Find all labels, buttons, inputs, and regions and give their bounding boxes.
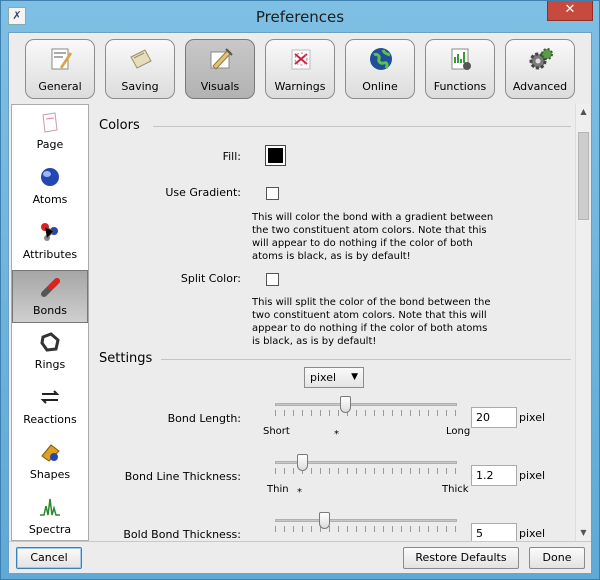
bond-length-unit: pixel (519, 411, 546, 424)
slider-min-label: Short (263, 426, 290, 437)
tab-label: Visuals (200, 80, 240, 93)
line-thickness-label: Bond Line Thickness: (124, 470, 241, 483)
tab-functions[interactable]: Functions (425, 39, 495, 99)
line-thickness-field[interactable]: 1.2 (471, 465, 517, 486)
sidebar-item-label: Reactions (23, 413, 77, 426)
sidebar-item-shapes[interactable]: Shapes (12, 435, 88, 488)
bold-thickness-slider[interactable] (319, 512, 331, 529)
fill-label: Fill: (222, 150, 241, 163)
saving-icon (130, 49, 152, 69)
sidebar-item-bonds[interactable]: Bonds (12, 270, 88, 323)
functions-icon (451, 48, 471, 70)
line-thickness-slider[interactable] (297, 454, 309, 471)
done-button[interactable]: Done (529, 547, 585, 569)
split-color-label: Split Color: (180, 272, 241, 285)
unit-select[interactable]: pixel ▼ (304, 367, 364, 388)
bold-thickness-unit: pixel (519, 527, 546, 540)
close-button[interactable]: ✕ (547, 1, 593, 21)
colors-section-title: Colors (99, 118, 140, 133)
attributes-icon (41, 223, 58, 241)
cancel-button[interactable]: Cancel (16, 547, 82, 569)
sidebar-item-rings[interactable]: Rings (12, 325, 88, 378)
tab-label: Functions (433, 80, 487, 93)
reactions-icon (40, 390, 60, 404)
restore-defaults-button[interactable]: Restore Defaults (403, 547, 519, 569)
chevron-down-icon: ▼ (351, 372, 358, 382)
tab-label: Saving (121, 80, 159, 93)
general-icon (51, 48, 72, 70)
vertical-scrollbar[interactable]: ▲ ▼ (575, 104, 590, 541)
gears-icon (529, 48, 553, 70)
warnings-icon (291, 49, 311, 70)
tab-label: Warnings (274, 80, 326, 93)
section-divider (161, 359, 571, 360)
slider-max-label: Long (446, 426, 471, 437)
atom-icon (41, 168, 59, 186)
bond-length-field[interactable]: 20 (471, 407, 517, 428)
unit-select-value: pixel (310, 371, 337, 384)
sidebar-item-label: Rings (34, 358, 66, 371)
scroll-up-icon[interactable]: ▲ (576, 104, 591, 119)
tab-warnings[interactable]: Warnings (265, 39, 335, 99)
bond-length-label: Bond Length: (167, 412, 241, 425)
preferences-window: ✗ Preferences ✕ General Saving Visuals W… (0, 0, 600, 580)
tab-visuals[interactable]: Visuals (185, 39, 255, 99)
slider-default-mark: * (334, 429, 339, 440)
split-description: This will split the color of the bond be… (252, 297, 491, 347)
sidebar-item-reactions[interactable]: Reactions (12, 380, 88, 433)
fill-color-swatch[interactable] (265, 145, 286, 166)
sidebar-item-label: Shapes (29, 468, 71, 481)
globe-icon (370, 48, 392, 70)
tab-label: General (38, 80, 82, 93)
slider-track (275, 519, 457, 522)
shapes-icon (41, 444, 60, 462)
page-icon (42, 112, 58, 133)
sidebar-item-attributes[interactable]: Attributes (12, 215, 88, 268)
sidebar-item-label: Bonds (33, 304, 67, 317)
bold-thickness-label: Bold Bond Thickness: (123, 528, 241, 541)
tab-general[interactable]: General (25, 39, 95, 99)
bond-length-slider[interactable] (339, 396, 351, 413)
sidebar-item-label: Page (36, 138, 64, 151)
sidebar: Page Atoms Attributes Bonds Rings Reacti… (11, 104, 89, 541)
tab-advanced[interactable]: Advanced (505, 39, 575, 99)
bond-icon (41, 278, 60, 297)
line-thickness-unit: pixel (519, 469, 546, 482)
settings-section-title: Settings (99, 351, 153, 366)
bonds-settings-panel: Colors Fill: Use Gradient: This will col… (91, 104, 573, 541)
sidebar-item-label: Spectra (28, 523, 72, 536)
section-divider (153, 126, 571, 127)
rings-icon (40, 332, 60, 352)
button-bar: Cancel Restore Defaults Done (9, 541, 591, 573)
title-bar[interactable]: ✗ Preferences ✕ (1, 1, 599, 32)
use-gradient-label: Use Gradient: (165, 186, 241, 199)
sidebar-item-label: Attributes (22, 248, 78, 261)
scroll-thumb[interactable] (578, 132, 589, 220)
tab-label: Online (362, 80, 398, 93)
bold-thickness-field[interactable]: 5 (471, 523, 517, 541)
sidebar-item-page[interactable]: Page (12, 105, 88, 158)
slider-max-label: Thick (442, 484, 469, 495)
scroll-down-icon[interactable]: ▼ (576, 525, 591, 540)
sidebar-item-label: Atoms (32, 193, 68, 206)
fill-color-chip (268, 148, 283, 163)
slider-track (275, 403, 457, 406)
slider-ticks (275, 410, 457, 416)
category-tabbar: General Saving Visuals Warnings Online F… (9, 33, 591, 103)
slider-default-mark: * (297, 487, 302, 498)
use-gradient-checkbox[interactable] (266, 187, 279, 200)
sidebar-item-spectra[interactable]: Spectra (12, 490, 88, 540)
dialog-client: General Saving Visuals Warnings Online F… (8, 32, 592, 573)
visuals-icon (210, 48, 233, 70)
spectra-icon (40, 498, 60, 516)
window-title: Preferences (255, 8, 345, 26)
gradient-description: This will color the bond with a gradient… (252, 212, 494, 262)
slider-min-label: Thin (267, 484, 289, 495)
split-color-checkbox[interactable] (266, 273, 279, 286)
tab-label: Advanced (512, 80, 568, 93)
slider-ticks (275, 526, 457, 532)
sidebar-item-atoms[interactable]: Atoms (12, 160, 88, 213)
tab-online[interactable]: Online (345, 39, 415, 99)
tab-saving[interactable]: Saving (105, 39, 175, 99)
